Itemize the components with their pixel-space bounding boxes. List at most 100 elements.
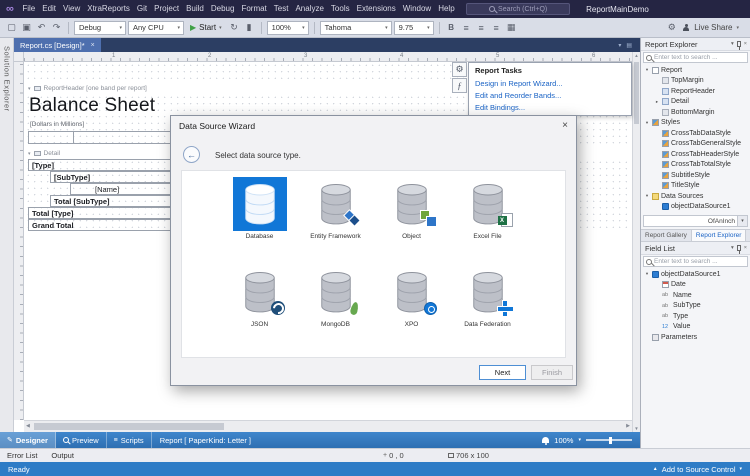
tree-item-titlestyle[interactable]: TitleStyle	[641, 181, 750, 192]
next-button[interactable]: Next	[479, 365, 526, 380]
tree-item-crosstabheaderstyle[interactable]: CrossTabHeaderStyle	[641, 149, 750, 160]
document-list-icon[interactable]: ▾	[618, 42, 621, 49]
redo-icon[interactable]: ↷	[50, 22, 63, 33]
expander-icon[interactable]: ▾	[644, 120, 650, 126]
window-position-icon[interactable]: ▾	[731, 245, 734, 251]
smart-tag-gear-button[interactable]: ⚙	[452, 62, 467, 77]
menu-edit[interactable]: Edit	[39, 0, 60, 18]
settings-gear-icon[interactable]: ⚙	[665, 22, 678, 33]
field-item-parameters[interactable]: Parameters	[641, 332, 750, 343]
horizontal-scrollbar[interactable]: ◀ ▶	[24, 420, 632, 432]
report-subtitle-label[interactable]: [Dollars in Millions]	[30, 121, 84, 128]
bold-icon[interactable]: B	[445, 23, 458, 32]
tab-error-list[interactable]: Error List	[0, 449, 44, 462]
align-center-icon[interactable]: ≡	[475, 23, 488, 33]
formatting-rules-button[interactable]: ƒ	[452, 78, 467, 93]
zoom-slider[interactable]	[586, 439, 632, 441]
chevron-down-icon[interactable]: ▾	[578, 437, 581, 443]
scroll-up-icon[interactable]: ▲	[633, 53, 640, 58]
window-layout-icon[interactable]: ▤	[626, 42, 632, 49]
menu-build[interactable]: Build	[183, 0, 208, 18]
configuration-dropdown[interactable]: Debug ▾	[74, 21, 126, 35]
tree-item-topmargin[interactable]: TopMargin	[641, 76, 750, 87]
datasource-option-database[interactable]: Database	[222, 177, 298, 263]
datasource-option-mongodb[interactable]: MongoDB	[298, 265, 374, 351]
menu-project[interactable]: Project	[151, 0, 183, 18]
link-edit-and-reorder-bands[interactable]: Edit and Reorder Bands...	[469, 89, 631, 101]
collapse-chevron-icon[interactable]: ▾	[28, 86, 31, 92]
expander-icon[interactable]: ▾	[644, 271, 650, 277]
link-edit-bindings[interactable]: Edit Bindings...	[469, 101, 631, 113]
field-item-type[interactable]: Type	[641, 311, 750, 322]
tree-item-reportheader[interactable]: ReportHeader	[641, 86, 750, 97]
tree-item-detail[interactable]: ▸ Detail	[641, 97, 750, 108]
collapsed-solution-explorer[interactable]: Solution Explorer	[0, 38, 14, 432]
field-item-name[interactable]: Name	[641, 290, 750, 301]
scrollbar-thumb[interactable]	[34, 423, 224, 430]
tab-designer[interactable]: ✎ Designer	[0, 432, 56, 448]
datasource-option-data-federation[interactable]: Data Federation	[450, 265, 526, 351]
expander-icon[interactable]: ▾	[644, 193, 650, 199]
undo-icon[interactable]: ↶	[35, 22, 48, 33]
search-input[interactable]	[654, 258, 745, 265]
datasource-option-excel-file[interactable]: Excel File	[450, 177, 526, 263]
datasource-option-entity-framework[interactable]: Entity Framework	[298, 177, 374, 263]
menu-debug[interactable]: Debug	[207, 0, 238, 18]
tree-item-bottommargin[interactable]: BottomMargin	[641, 107, 750, 118]
close-icon[interactable]: ×	[562, 121, 568, 131]
tree-item-objectdatasource1[interactable]: objectDataSource1	[641, 202, 750, 213]
zoom-slider-thumb[interactable]	[609, 437, 612, 444]
expander-icon[interactable]: ▸	[654, 99, 660, 105]
tree-item-styles[interactable]: ▾ Styles	[641, 118, 750, 129]
menu-xtrareports[interactable]: XtraReports	[84, 0, 134, 18]
close-icon[interactable]: ×	[744, 245, 747, 251]
font-size-dropdown[interactable]: 9.75 ▾	[394, 21, 434, 35]
tab-scripts[interactable]: ≡ Scripts	[107, 432, 152, 448]
scroll-down-icon[interactable]: ▼	[633, 426, 640, 431]
align-right-icon[interactable]: ≡	[490, 23, 503, 33]
new-file-icon[interactable]: ▢	[5, 22, 18, 33]
tree-item-subtitlestyle[interactable]: SubtitleStyle	[641, 170, 750, 181]
quick-search-box[interactable]: Search (Ctrl+Q)	[466, 3, 570, 15]
tree-item-crosstabtotalstyle[interactable]: CrossTabTotalStyle	[641, 160, 750, 171]
expander-icon[interactable]: ▾	[644, 67, 650, 73]
close-icon[interactable]: ×	[91, 42, 95, 49]
field-list-header[interactable]: Field List ▾ ×	[641, 242, 750, 255]
font-name-dropdown[interactable]: Tahoma ▾	[320, 21, 392, 35]
tab-report-gallery[interactable]: Report Gallery	[641, 230, 691, 241]
property-value-combo[interactable]: OfAnInch ▾	[643, 215, 748, 227]
start-debug-button[interactable]: ▶ Start ▾	[186, 21, 226, 35]
report-explorer-search[interactable]	[643, 52, 748, 63]
menu-window[interactable]: Window	[399, 0, 434, 18]
link-design-in-report-wizard[interactable]: Design in Report Wizard...	[469, 77, 631, 89]
tree-item-crosstabdatastyle[interactable]: CrossTabDataStyle	[641, 128, 750, 139]
field-list-search[interactable]	[643, 256, 748, 267]
menu-tools[interactable]: Tools	[327, 0, 353, 18]
tree-item-crosstabgeneralstyle[interactable]: CrossTabGeneralStyle	[641, 139, 750, 150]
live-share-label[interactable]: Live Share	[694, 23, 732, 32]
field-item-value[interactable]: Value	[641, 322, 750, 333]
wizard-back-button[interactable]: ←	[183, 146, 200, 163]
datasource-option-json[interactable]: JSON	[222, 265, 298, 351]
collapse-chevron-icon[interactable]: ▾	[28, 151, 31, 157]
chevron-down-icon[interactable]: ▾	[737, 216, 747, 226]
pin-icon[interactable]	[737, 245, 741, 251]
save-icon[interactable]: ▣	[20, 22, 33, 33]
menu-help[interactable]: Help	[435, 0, 458, 18]
report-explorer-header[interactable]: Report Explorer ▾ ×	[641, 38, 750, 51]
break-all-icon[interactable]: ▮	[243, 22, 256, 33]
report-title-label[interactable]: Balance Sheet	[29, 95, 155, 117]
wizard-titlebar[interactable]: Data Source Wizard ×	[171, 116, 576, 136]
search-input[interactable]	[654, 54, 745, 61]
field-item-date[interactable]: Date	[641, 280, 750, 291]
tab-output[interactable]: Output	[44, 449, 81, 462]
menu-view[interactable]: View	[60, 0, 84, 18]
menu-file[interactable]: File	[19, 0, 39, 18]
field-item-subtype[interactable]: SubType	[641, 301, 750, 312]
scroll-right-icon[interactable]: ▶	[626, 423, 630, 429]
tree-item-data-sources[interactable]: ▾ Data Sources	[641, 191, 750, 202]
notification-bell-icon[interactable]	[542, 437, 549, 443]
close-icon[interactable]: ×	[744, 41, 747, 47]
tab-report-explorer[interactable]: Report Explorer	[691, 230, 747, 241]
pin-icon[interactable]	[737, 41, 741, 47]
